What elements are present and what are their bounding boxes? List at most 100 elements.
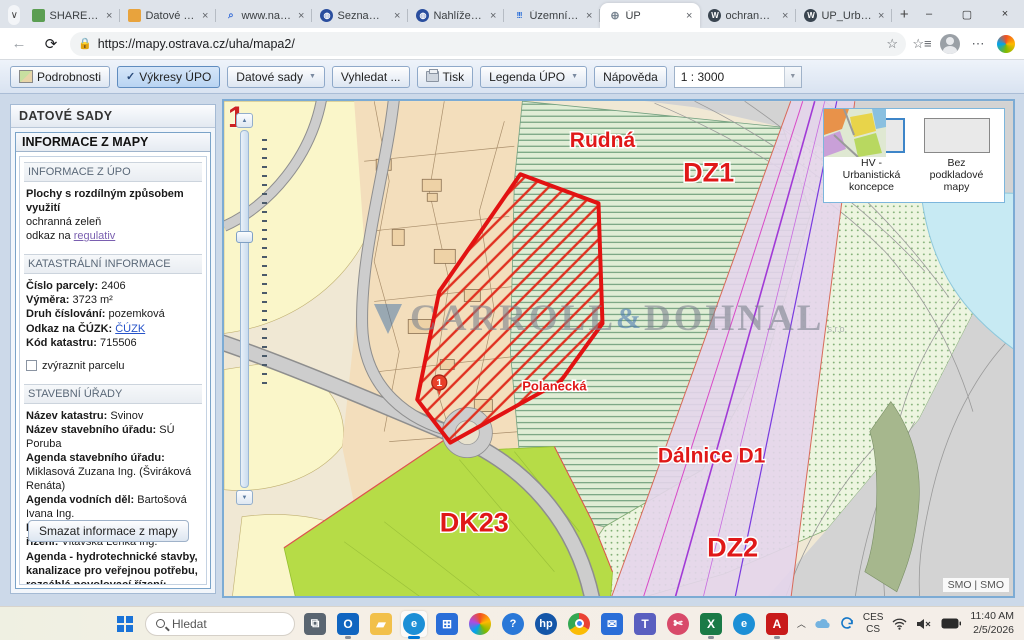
toolbar-button-tisk[interactable]: Tisk bbox=[417, 66, 474, 88]
browser-tab-4[interactable]: ◍Nahlížení do k× bbox=[408, 3, 504, 28]
browser-tab-7[interactable]: Wochranna_zele× bbox=[700, 3, 796, 28]
tab-search-chevron-icon[interactable]: ∨ bbox=[8, 5, 20, 25]
taskbar-teams-icon[interactable]: T bbox=[632, 611, 658, 637]
tab-title: Datové schrán bbox=[145, 10, 196, 22]
system-tray: ︿ CES CS 11:40 AM 2/5/2026 bbox=[797, 610, 1024, 636]
taskbar-mail-icon[interactable]: ✉ bbox=[599, 611, 625, 637]
volume-muted-icon[interactable] bbox=[916, 618, 932, 630]
tab-close-icon[interactable]: × bbox=[104, 10, 114, 22]
bookmark-star-icon[interactable]: ☆ bbox=[886, 36, 898, 52]
url-text[interactable]: https://mapy.ostrava.cz/uha/mapa2/ bbox=[98, 37, 887, 51]
toolbar-button-n-pov-da[interactable]: Nápověda bbox=[594, 66, 667, 88]
svg-text:1: 1 bbox=[436, 378, 442, 389]
taskbar-snipping-tool-icon[interactable]: ✄ bbox=[665, 611, 691, 637]
scale-select[interactable]: 1 : 3000 ▼ bbox=[674, 66, 802, 88]
section-body-1: Číslo parcely: 2406Výměra: 3723 m²Druh č… bbox=[20, 278, 206, 378]
copilot-icon[interactable] bbox=[994, 32, 1018, 56]
browser-tab-0[interactable]: SHARED LIST (× bbox=[24, 3, 120, 28]
info-line: Název katastru: Svinov bbox=[26, 409, 200, 423]
minimize-button[interactable]: – bbox=[910, 0, 948, 28]
taskbar-get-help-icon[interactable]: ? bbox=[500, 611, 526, 637]
taskbar-edge-2-icon[interactable]: e bbox=[731, 611, 757, 637]
browser-tab-3[interactable]: ◍Seznam nemo× bbox=[312, 3, 408, 28]
zoom-out-button[interactable]: ▼ bbox=[236, 490, 253, 505]
toolbar-button-podrobnosti[interactable]: Podrobnosti bbox=[10, 66, 110, 88]
zoom-in-button[interactable]: ▲ bbox=[236, 113, 253, 128]
scale-value: 1 : 3000 bbox=[675, 70, 784, 84]
tab-close-icon[interactable]: × bbox=[296, 10, 306, 22]
toolbar-button-legenda-po[interactable]: Legenda ÚPO▼ bbox=[480, 66, 587, 88]
basemap-option-urbanisticka[interactable]: HV - Urbanistická koncepce bbox=[836, 118, 907, 193]
language-indicator[interactable]: CES CS bbox=[863, 612, 884, 635]
back-icon[interactable]: ← bbox=[6, 31, 32, 57]
maximize-button[interactable]: ▢ bbox=[948, 0, 986, 28]
wifi-icon[interactable] bbox=[892, 618, 907, 630]
clear-map-info-button[interactable]: Smazat informace z mapy bbox=[28, 520, 189, 542]
tab-close-icon[interactable]: × bbox=[876, 10, 886, 22]
tab-close-icon[interactable]: × bbox=[684, 10, 694, 22]
link-čúzk[interactable]: ČÚZK bbox=[115, 323, 145, 335]
taskbar-start-icon[interactable] bbox=[112, 611, 138, 637]
basemap-option-none[interactable]: Bez podkladové mapy bbox=[921, 118, 992, 193]
check-icon: ✓ bbox=[126, 70, 135, 83]
map-label-dz1: DZ1 bbox=[683, 157, 734, 187]
onedrive-icon[interactable] bbox=[815, 618, 831, 630]
info-line: Kód katastru: 715506 bbox=[26, 336, 200, 350]
taskbar-task-view-icon[interactable]: ⧉ bbox=[302, 611, 328, 637]
battery-icon[interactable] bbox=[941, 618, 961, 629]
section-body-2: Název katastru: SvinovNázev stavebního ú… bbox=[20, 408, 206, 585]
browser-tab-6[interactable]: ⊕ÚP× bbox=[600, 3, 700, 28]
window-controls: – ▢ × bbox=[910, 0, 1024, 28]
new-tab-button[interactable]: + bbox=[898, 2, 910, 26]
browser-tab-2[interactable]: ⌕www.nahlizen× bbox=[216, 3, 312, 28]
link-regulativ[interactable]: regulativ bbox=[74, 230, 116, 242]
toolbar-button-vyhledat-[interactable]: Vyhledat ... bbox=[332, 66, 410, 88]
browser-tab-5[interactable]: !!!Územní plán (× bbox=[504, 3, 600, 28]
taskbar-edge-icon[interactable]: e bbox=[401, 611, 427, 637]
map-toolbar: Podrobnosti ✓Výkresy ÚPO Datové sady▼ Vyhle… bbox=[0, 60, 1024, 94]
tab-close-icon[interactable]: × bbox=[488, 10, 498, 22]
zoom-handle[interactable] bbox=[236, 231, 253, 243]
zoom-track[interactable] bbox=[240, 130, 249, 488]
taskbar-search-icon[interactable]: Hledat bbox=[145, 611, 295, 637]
map-label-d-lnice-d1: Dálnice D1 bbox=[658, 445, 766, 468]
close-button[interactable]: × bbox=[986, 0, 1024, 28]
scale-dropdown-icon[interactable]: ▼ bbox=[784, 67, 801, 87]
tab-close-icon[interactable]: × bbox=[392, 10, 402, 22]
panel-title: INFORMACE Z MAPY bbox=[16, 133, 210, 152]
map-viewport[interactable]: 1 RudnáDZ1PolaneckáDálnice D1DK23DZ2 1 ▲… bbox=[222, 99, 1015, 598]
browser-tab-8[interactable]: WUP_Urbanism× bbox=[796, 3, 892, 28]
taskbar-acrobat-icon[interactable]: A bbox=[764, 611, 790, 637]
map-label-dz2: DZ2 bbox=[707, 533, 758, 563]
taskbar-store-icon[interactable]: ⊞ bbox=[434, 611, 460, 637]
browser-tab-1[interactable]: Datové schrán × bbox=[120, 3, 216, 28]
taskbar-file-explorer-icon[interactable]: ▰ bbox=[368, 611, 394, 637]
highlight-parcel-checkbox[interactable]: zvýraznit parcelu bbox=[26, 359, 200, 373]
profile-avatar[interactable] bbox=[938, 32, 962, 56]
taskbar-chrome-icon[interactable] bbox=[566, 611, 592, 637]
taskbar-hp-icon[interactable]: hp bbox=[533, 611, 559, 637]
clock[interactable]: 11:40 AM 2/5/2026 bbox=[970, 610, 1014, 636]
sync-icon[interactable] bbox=[840, 617, 854, 630]
toolbar-button-datov-sady[interactable]: Datové sady▼ bbox=[227, 66, 325, 88]
url-field[interactable]: 🔒 https://mapy.ostrava.cz/uha/mapa2/ ☆ bbox=[70, 32, 906, 56]
tab-close-icon[interactable]: × bbox=[584, 10, 594, 22]
taskbar-outlook-icon[interactable]: O bbox=[335, 611, 361, 637]
lock-icon[interactable]: 🔒 bbox=[78, 37, 92, 50]
info-line: ochranná zeleň bbox=[26, 215, 200, 229]
tab-close-icon[interactable]: × bbox=[200, 10, 210, 22]
taskbar-copilot-icon[interactable] bbox=[467, 611, 493, 637]
tab-close-icon[interactable]: × bbox=[780, 10, 790, 22]
tray-chevron-icon[interactable]: ︿ bbox=[797, 617, 806, 630]
refresh-icon[interactable]: ⟳ bbox=[38, 31, 64, 57]
info-line: odkaz na regulativ bbox=[26, 229, 200, 243]
taskbar-excel-icon[interactable]: X bbox=[698, 611, 724, 637]
favorites-icon[interactable]: ☆≡ bbox=[910, 32, 934, 56]
basemap-thumbnail-selected[interactable] bbox=[839, 118, 905, 153]
tab-title: Územní plán ( bbox=[529, 10, 580, 22]
tab-title: ochranna_zele bbox=[725, 10, 776, 22]
info-line: Agenda vodních děl: Bartošová Ivana Ing. bbox=[26, 493, 200, 521]
toolbar-button-v-kresy-po[interactable]: ✓Výkresy ÚPO bbox=[117, 66, 220, 88]
browser-menu-icon[interactable]: ⋯ bbox=[966, 32, 990, 56]
basemap-thumbnail-empty[interactable] bbox=[924, 118, 990, 153]
